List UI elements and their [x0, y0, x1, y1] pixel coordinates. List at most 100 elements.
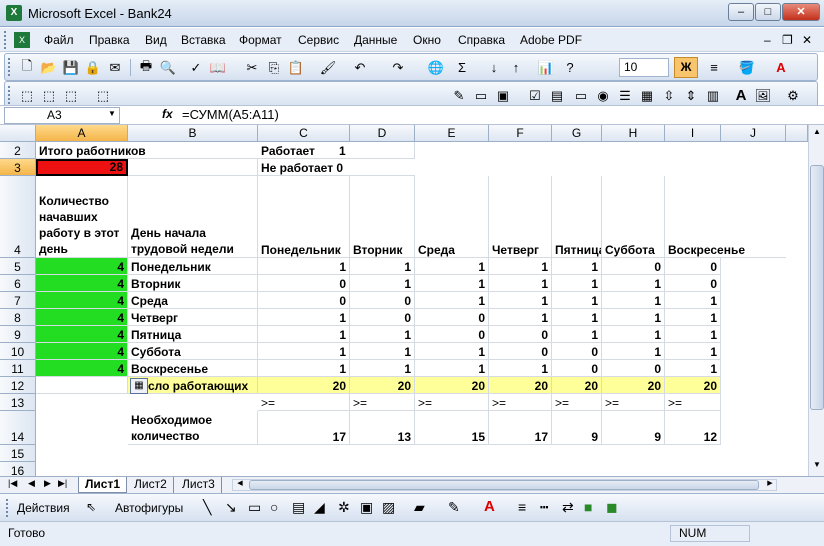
vertical-scrollbar[interactable]: ▲ ▼ [808, 125, 824, 477]
fx-icon[interactable]: fx [162, 107, 173, 121]
cell-h11[interactable]: 0 [602, 360, 665, 377]
cell-d14[interactable]: 13 [350, 411, 415, 445]
clipart-icon[interactable]: ▣ [360, 499, 373, 516]
cell-f6[interactable]: 1 [489, 275, 552, 292]
cell-c11[interactable]: 1 [258, 360, 350, 377]
line-style-icon[interactable]: ≡ [518, 499, 526, 515]
cell-d2[interactable]: 1 [336, 142, 415, 159]
col-header-c[interactable]: C [258, 125, 350, 142]
combo-box-icon[interactable]: ▦ [637, 86, 657, 105]
cell-c7[interactable]: 0 [258, 292, 350, 309]
cell-a5[interactable]: 4 [36, 258, 128, 275]
autoshapes-menu[interactable]: Автофигуры [115, 501, 183, 515]
text-icon[interactable]: A [731, 86, 751, 105]
menu-edit[interactable]: Правка [89, 33, 130, 47]
cell-h13[interactable]: >= [602, 394, 665, 411]
row-header-12[interactable]: 12 [0, 377, 36, 394]
copy-icon[interactable]: ⎘ [264, 58, 284, 77]
scroll-bar-icon[interactable]: ⇳ [659, 86, 679, 105]
tab-sheet1[interactable]: Лист1 [78, 477, 128, 493]
cell-a8[interactable]: 4 [36, 309, 128, 326]
cell-c13[interactable]: >= [258, 394, 350, 411]
oval-icon[interactable]: ○ [270, 499, 278, 515]
cell-i6[interactable]: 0 [665, 275, 721, 292]
cell-i14[interactable]: 12 [665, 411, 721, 445]
cell-b7[interactable]: Среда [128, 292, 258, 309]
textbox-icon[interactable]: ▤ [292, 499, 305, 516]
paste-icon[interactable]: 📋 [286, 58, 306, 77]
cell-d11[interactable]: 1 [350, 360, 415, 377]
textfield-icon[interactable]: ▤ [547, 86, 567, 105]
cell-c8[interactable]: 1 [258, 309, 350, 326]
cell-i11[interactable]: 1 [665, 360, 721, 377]
cell-f8[interactable]: 1 [489, 309, 552, 326]
maximize-button[interactable]: □ [755, 3, 781, 21]
option-button-icon[interactable]: ◉ [593, 86, 613, 105]
menu-view[interactable]: Вид [145, 33, 167, 47]
spelling-icon[interactable]: ✓ [186, 58, 206, 77]
cell-e5[interactable]: 1 [415, 258, 489, 275]
menu-window[interactable]: Окно [413, 33, 441, 47]
row-header-6[interactable]: 6 [0, 275, 36, 292]
cell-b14[interactable]: Необходимое количество [128, 411, 258, 445]
cell-g10[interactable]: 0 [552, 343, 602, 360]
arrow-style-icon[interactable]: ⇄ [562, 499, 574, 516]
cell-g8[interactable]: 1 [552, 309, 602, 326]
list-box-icon[interactable]: ☰ [615, 86, 635, 105]
redo-icon[interactable]: ↷ [388, 58, 408, 77]
cell-c10[interactable]: 1 [258, 343, 350, 360]
excel-doc-icon[interactable]: X [14, 32, 30, 48]
help-icon[interactable]: ? [560, 58, 580, 77]
cell-f5[interactable]: 1 [489, 258, 552, 275]
save-icon[interactable]: 💾 [61, 58, 81, 77]
scroll-left-icon[interactable]: ◀ [233, 479, 247, 491]
cell-h12[interactable]: 20 [602, 377, 665, 394]
checkbox-icon[interactable]: ☑ [525, 86, 545, 105]
cell-g9[interactable]: 1 [552, 326, 602, 343]
cell-a7[interactable]: 4 [36, 292, 128, 309]
cell-h4[interactable]: Суббота [602, 176, 665, 258]
name-box[interactable]: A3 [4, 107, 120, 124]
last-sheet-icon[interactable]: ▶| [58, 478, 67, 489]
cell-a2[interactable]: Итого работников [36, 142, 258, 159]
cell-i8[interactable]: 1 [665, 309, 721, 326]
hyperlink-icon[interactable]: 🌐 [426, 58, 446, 77]
cell-f9[interactable]: 0 [489, 326, 552, 343]
menu-file[interactable]: Файл [44, 33, 74, 47]
cell-h8[interactable]: 1 [602, 309, 665, 326]
pdf-convert-icon[interactable]: ⬚ [17, 86, 37, 105]
cell-b5[interactable]: Понедельник [128, 258, 258, 275]
edit-box-icon[interactable]: ▭ [471, 86, 491, 105]
picture-icon[interactable]: ▨ [382, 499, 395, 516]
menu-adobe-pdf[interactable]: Adobe PDF [520, 33, 582, 47]
hscroll-thumb[interactable] [249, 480, 759, 490]
cell-d12[interactable]: 20 [350, 377, 415, 394]
sort-descending-icon[interactable]: ↑ [506, 58, 526, 77]
cell-f12[interactable]: 20 [489, 377, 552, 394]
cell-f10[interactable]: 0 [489, 343, 552, 360]
select-objects-icon[interactable]: ⇖ [86, 500, 96, 514]
font-size-select[interactable]: 10 [619, 58, 669, 77]
col-header-i[interactable]: I [665, 125, 721, 142]
col-header-h[interactable]: H [602, 125, 665, 142]
button-icon[interactable]: ▭ [571, 86, 591, 105]
align-center-icon[interactable]: ≡ [704, 58, 724, 77]
cell-h9[interactable]: 1 [602, 326, 665, 343]
col-header-g[interactable]: G [552, 125, 602, 142]
cell-g11[interactable]: 0 [552, 360, 602, 377]
row-header-10[interactable]: 10 [0, 343, 36, 360]
col-header-j[interactable]: J [721, 125, 786, 142]
tab-sheet2[interactable]: Лист2 [128, 477, 174, 493]
format-painter-icon[interactable]: 🖌 [318, 58, 338, 77]
cell-g6[interactable]: 1 [552, 275, 602, 292]
cell-e11[interactable]: 1 [415, 360, 489, 377]
label-icon[interactable]: ✎ [449, 86, 469, 105]
cell-f7[interactable]: 1 [489, 292, 552, 309]
autosum-icon[interactable]: Σ [452, 58, 472, 77]
cell-h5[interactable]: 0 [602, 258, 665, 275]
col-header-k[interactable] [786, 125, 808, 142]
cell-e8[interactable]: 0 [415, 309, 489, 326]
tools-icon[interactable]: ⚙ [783, 86, 803, 105]
cell-d8[interactable]: 0 [350, 309, 415, 326]
new-icon[interactable]: 🗋 [17, 58, 37, 77]
